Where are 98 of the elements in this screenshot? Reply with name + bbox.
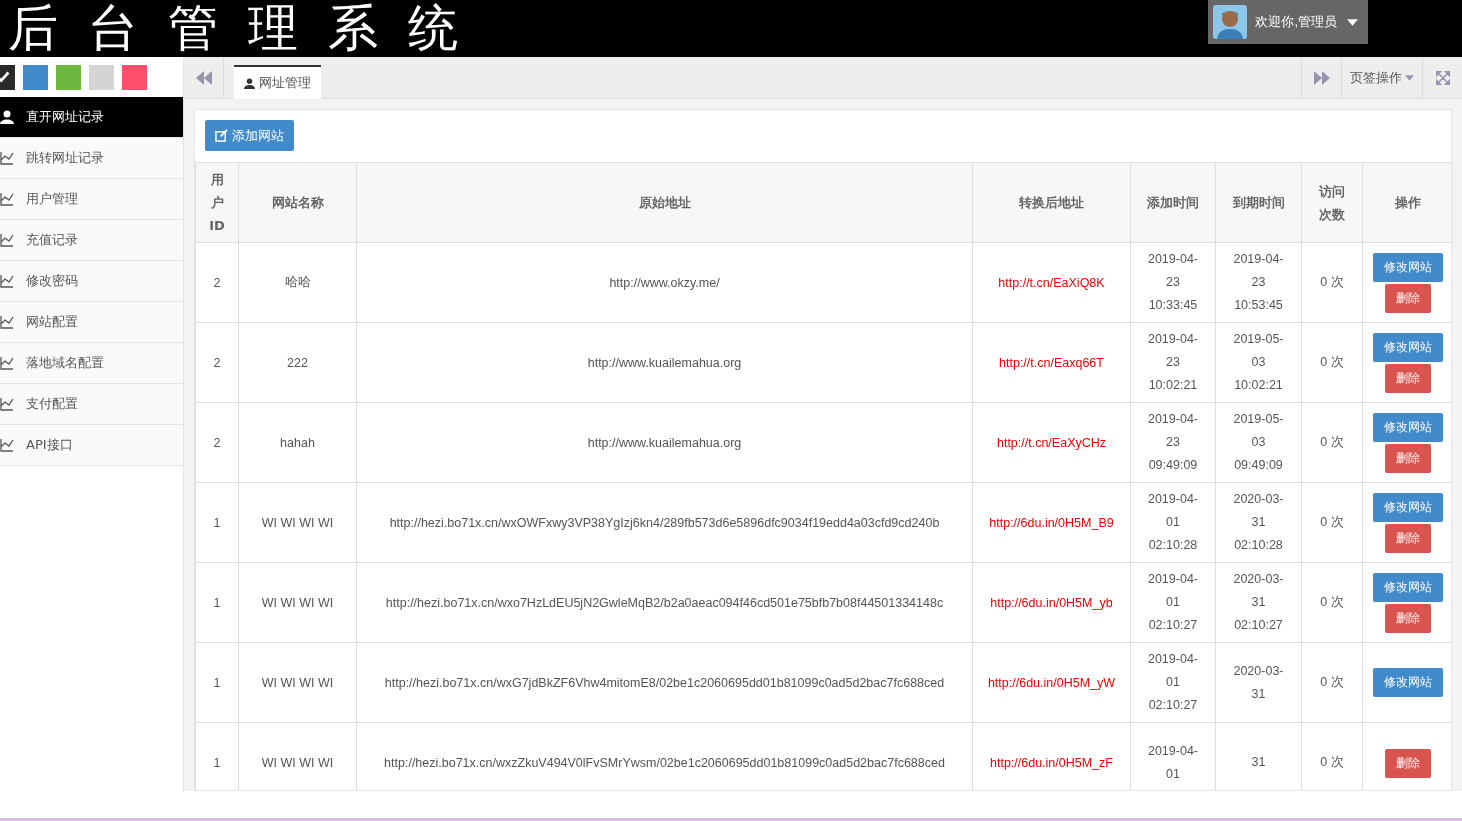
delete-button[interactable]: 删除 [1385, 749, 1431, 778]
rewind-icon [195, 70, 212, 85]
table-cell: hahah [238, 402, 357, 483]
table-cell: 哈哈 [238, 242, 357, 323]
table-cell: 2 [195, 402, 239, 483]
table-cell: 2019-04-01 02:10:28 [1130, 482, 1216, 563]
table-cell: 2019-04-01 02:10:27 [1130, 642, 1216, 723]
edit-site-button[interactable]: 修改网站 [1373, 492, 1443, 522]
table-cell: http://t.cn/EaXiQ8K [972, 242, 1131, 323]
table-cell: 0 次 [1301, 402, 1363, 483]
edit-site-button[interactable]: 修改网站 [1373, 332, 1443, 362]
caret-icon [1347, 18, 1358, 26]
column-header: 转换后地址 [972, 162, 1131, 243]
table-cell: 2019-04-01 02:10:27 [1130, 562, 1216, 643]
table-cell: http://t.cn/Eaxq66T [972, 322, 1131, 403]
table-cell: 2 [195, 322, 239, 403]
sidebar-item[interactable]: 充值记录 [0, 220, 183, 261]
table-cell: 2019-05-03 09:49:09 [1215, 402, 1302, 483]
table-cell: 222 [238, 322, 357, 403]
table-cell: http://6du.in/0H5M_yb [972, 562, 1131, 643]
table-cell: 0 次 [1301, 242, 1363, 323]
table-cell: 2019-04-23 09:49:09 [1130, 402, 1216, 483]
delete-button[interactable]: 删除 [1385, 443, 1431, 473]
table-cell: http://hezi.bo71x.cn/wxo7HzLdEU5jN2GwleMqB2/b2a0aeac094f46cd501e75bfb7b08f44501334148c [356, 562, 973, 643]
column-header: 原始地址 [356, 162, 973, 243]
chart-icon [0, 356, 14, 370]
delete-button[interactable]: 删除 [1385, 523, 1431, 553]
edit-site-button[interactable]: 修改网站 [1373, 412, 1443, 442]
column-header: 添加时间 [1130, 162, 1216, 243]
fullscreen-icon [1435, 70, 1450, 85]
table-cell: 2019-04-23 10:53:45 [1215, 242, 1302, 323]
column-header: 访问次数 [1301, 162, 1363, 243]
theme-swatch[interactable] [122, 64, 147, 90]
column-header: 操作 [1362, 162, 1451, 243]
table-cell: 0 次 [1301, 642, 1363, 723]
chart-icon [0, 151, 14, 165]
caret-icon [1405, 74, 1414, 81]
table-cell: 2020-03-31 02:10:27 [1215, 562, 1302, 643]
delete-button[interactable]: 删除 [1385, 363, 1431, 393]
table-cell: 2020-03-31 02:10:28 [1215, 482, 1302, 563]
theme-swatch[interactable] [89, 64, 114, 90]
edit-icon [215, 129, 228, 142]
table-cell: 2 [195, 242, 239, 323]
site-title: 后台管理系统 [8, 0, 488, 57]
edit-site-button[interactable]: 修改网站 [1373, 252, 1443, 282]
table-cell: 1 [195, 482, 239, 563]
user-icon [0, 110, 14, 124]
chart-icon [0, 315, 14, 329]
table-cell: 1 [195, 642, 239, 723]
table-cell: 2019-04-23 10:02:21 [1130, 322, 1216, 403]
table-cell: WI WI WI WI [238, 562, 357, 643]
table-cell: 1 [195, 722, 239, 790]
table-cell: http://www.kuailemahua.org [356, 402, 973, 483]
chart-icon [0, 274, 14, 288]
table-cell: WI WI WI WI [238, 482, 357, 563]
user-menu[interactable]: 欢迎你,管理员 [1208, 0, 1368, 44]
theme-swatch[interactable] [23, 64, 48, 90]
table-cell: 0 次 [1301, 322, 1363, 403]
delete-button[interactable]: 删除 [1385, 603, 1431, 633]
column-header: 用户ID [195, 162, 239, 243]
sidebar-item[interactable]: 修改密码 [0, 261, 183, 302]
add-site-button[interactable]: 添加网站 [205, 120, 294, 151]
chart-icon [0, 397, 14, 411]
sidebar-item[interactable]: 用户管理 [0, 179, 183, 220]
fast-forward-icon [1313, 70, 1330, 85]
table-cell: http://www.kuailemahua.org [356, 322, 973, 403]
table-cell: 2019-04-23 10:33:45 [1130, 242, 1216, 323]
sidebar-item[interactable]: API接口 [0, 425, 183, 466]
sidebar-item[interactable]: 网站配置 [0, 302, 183, 343]
edit-site-button[interactable]: 修改网站 [1373, 668, 1443, 697]
table-cell: http://hezi.bo71x.cn/wxOWFxwy3VP38YgIzj6kn4/289fb573d6e5896dfc9034f19edd4a03cfd9cd240b [356, 482, 973, 563]
table-cell: http://t.cn/EaXyCHz [972, 402, 1131, 483]
sidebar-item[interactable]: 支付配置 [0, 384, 183, 425]
table-cell: WI WI WI WI [238, 642, 357, 723]
table-cell: 0 次 [1301, 562, 1363, 643]
table-cell: http://6du.in/0H5M_B9 [972, 482, 1131, 563]
table-cell: http://hezi.bo71x.cn/wxG7jdBkZF6Vhw4mitomE8/02be1c2060695dd01b81099c0ad5d2bac7fc688ced [356, 642, 973, 723]
table-cell: 1 [195, 562, 239, 643]
column-header: 到期时间 [1215, 162, 1302, 243]
page-tab[interactable]: 网址管理 [234, 65, 321, 99]
user-icon [244, 77, 255, 89]
table-cell: 2019-05-03 10:02:21 [1215, 322, 1302, 403]
chart-icon [0, 192, 14, 206]
table-cell: http://www.okzy.me/ [356, 242, 973, 323]
chart-icon [0, 438, 14, 452]
avatar-icon [1213, 5, 1248, 39]
delete-button[interactable]: 删除 [1385, 283, 1431, 313]
tab-actions-dropdown[interactable]: 页签操作 [1341, 57, 1422, 98]
table-cell: http://6du.in/0H5M_yW [972, 642, 1131, 723]
theme-swatch[interactable] [56, 64, 81, 90]
edit-site-button[interactable]: 修改网站 [1373, 572, 1443, 602]
sidebar-item[interactable]: 落地域名配置 [0, 343, 183, 384]
sidebar-item[interactable]: 跳转网址记录 [0, 138, 183, 179]
sidebar-item[interactable]: 直开网址记录 [0, 97, 183, 138]
table-cell: 2020-03-31 [1215, 642, 1302, 723]
column-header: 网站名称 [238, 162, 357, 243]
table-cell: 0 次 [1301, 482, 1363, 563]
chart-icon [0, 233, 14, 247]
